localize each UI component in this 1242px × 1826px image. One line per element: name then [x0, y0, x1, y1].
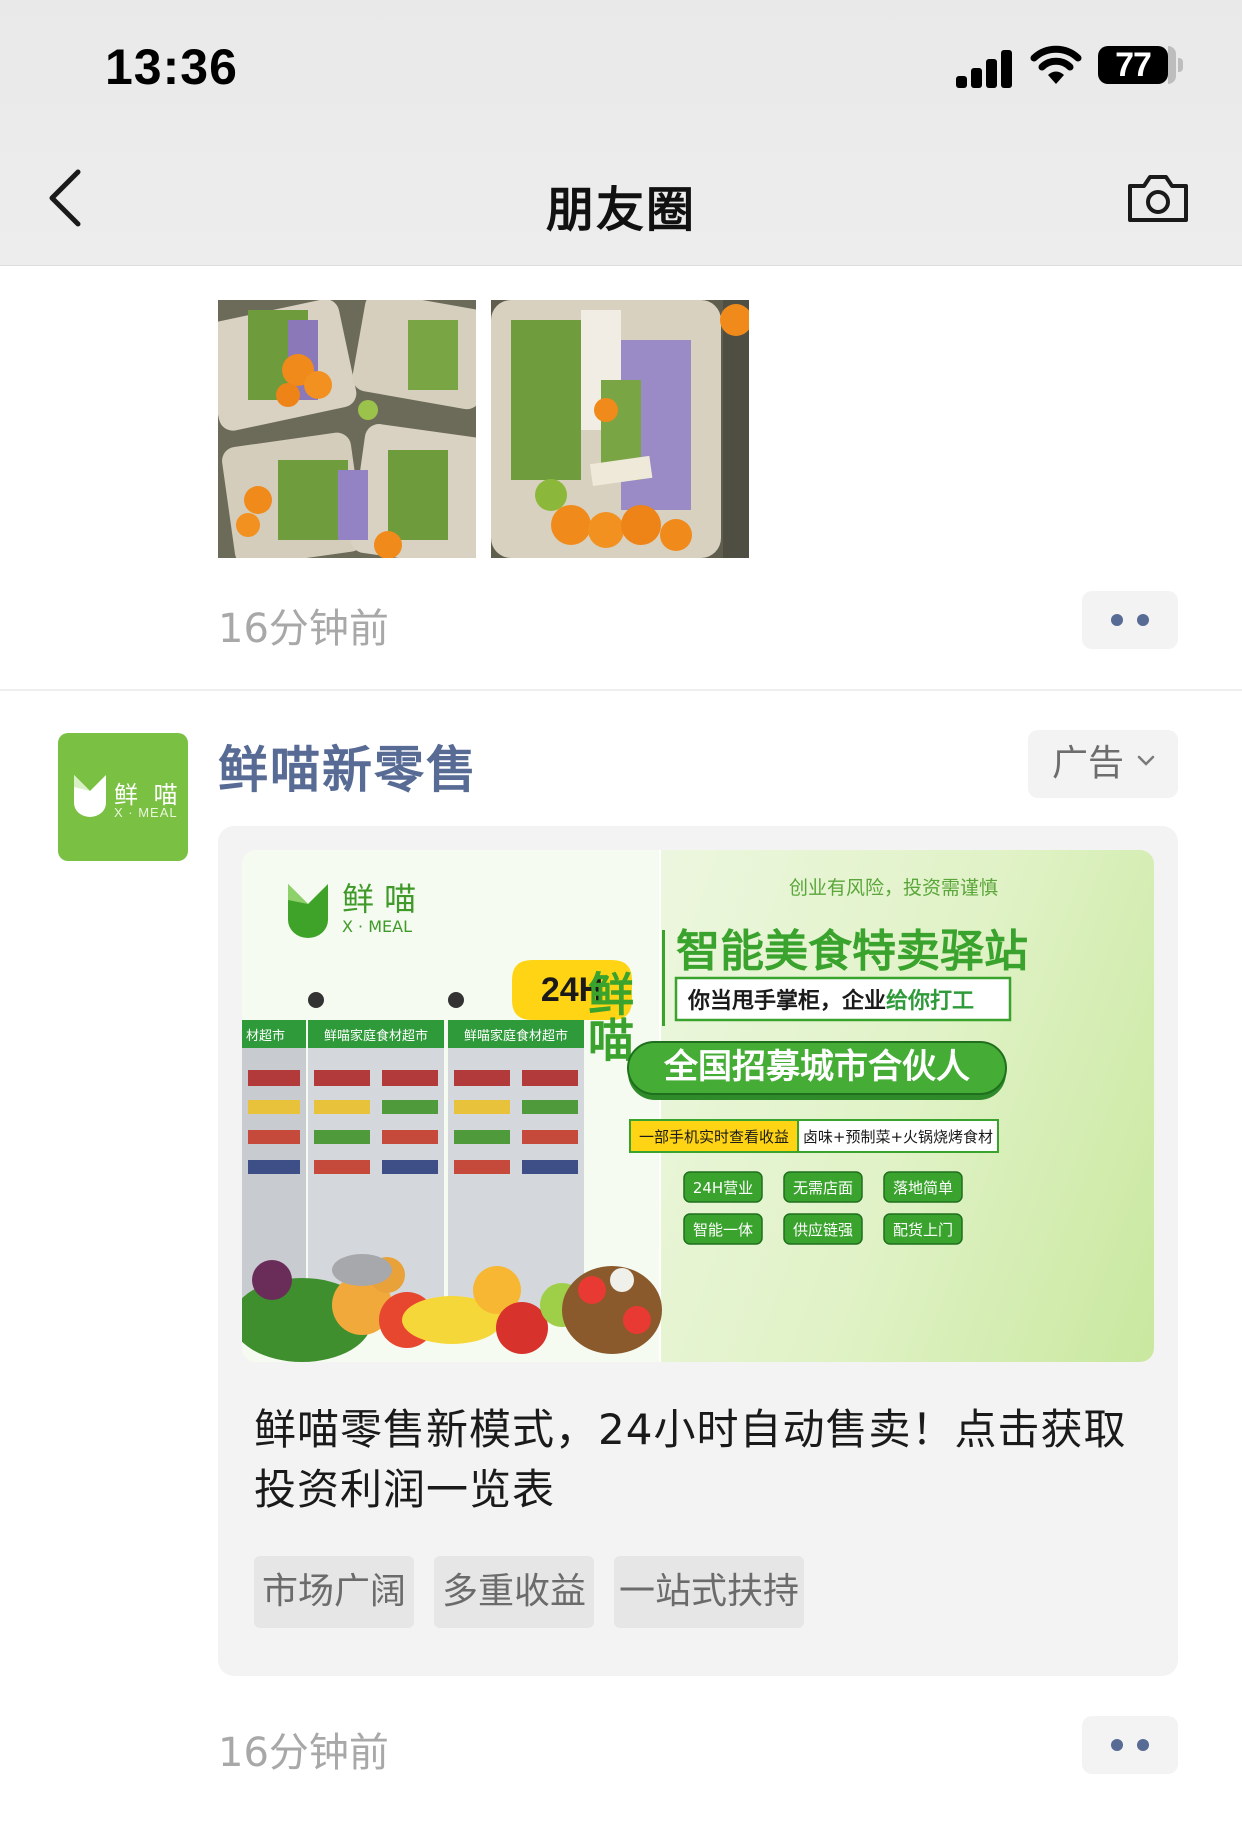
- banner-brand-cn: 鲜 喵: [342, 880, 416, 918]
- brand-logo-icon: [74, 775, 106, 817]
- battery-icon: 77: [1098, 46, 1168, 84]
- ad-banner-image[interactable]: 鲜 喵 X · MEAL 24H 材超市 鲜喵家庭食材超市 鲜喵家庭食材超市 创…: [242, 850, 1154, 1362]
- ad-card[interactable]: 鲜 喵 X · MEAL 24H 材超市 鲜喵家庭食材超市 鲜喵家庭食材超市 创…: [218, 826, 1178, 1676]
- feature-label: 供应链强: [793, 1221, 853, 1239]
- post-photo[interactable]: [218, 300, 476, 558]
- fridge-sign: 鲜喵家庭食材超市: [464, 1028, 568, 1044]
- post-divider: [0, 689, 1242, 691]
- more-actions-button[interactable]: [1082, 1716, 1178, 1774]
- avatar-brand-en: X · MEAL: [114, 805, 178, 820]
- top-bar: 13:36 77 朋友圈: [0, 0, 1242, 266]
- banner-headline: 智能美食特卖驿站: [676, 926, 1028, 977]
- page-title: 朋友圈: [545, 182, 696, 238]
- ad-chip[interactable]: 市场广阔: [254, 1556, 414, 1628]
- side-label: 鲜喵: [581, 970, 635, 1062]
- banner-brand-en: X · MEAL: [342, 917, 412, 936]
- banner-subline: 你当甩手掌柜，企业给你打工: [687, 988, 974, 1014]
- status-time: 13:36: [105, 39, 238, 95]
- avatar[interactable]: 鲜 喵 X · MEAL: [58, 733, 188, 861]
- feature-label: 智能一体: [693, 1221, 753, 1239]
- feature-label: 24H营业: [693, 1179, 753, 1197]
- ad-chip[interactable]: 多重收益: [434, 1556, 594, 1628]
- risk-note: 创业有风险，投资需谨慎: [789, 877, 998, 899]
- feature-label: 落地简单: [893, 1179, 953, 1197]
- fridge-sign: 材超市: [246, 1028, 285, 1044]
- banner-info-left: 一部手机实时查看收益: [639, 1128, 789, 1146]
- feature-label: 配货上门: [893, 1221, 953, 1239]
- ad-banner-graphic: 鲜 喵 X · MEAL 24H 材超市 鲜喵家庭食材超市 鲜喵家庭食材超市 创…: [242, 850, 1028, 1362]
- cellular-signal-icon: [956, 48, 1016, 88]
- battery-nub: [1178, 58, 1183, 72]
- camera-icon[interactable]: [1126, 172, 1190, 224]
- ad-description[interactable]: 鲜喵零售新模式，24小时自动售卖！点击获取投资利润一览表: [254, 1400, 1154, 1520]
- banner-cta: 全国招募城市合伙人: [663, 1047, 970, 1087]
- vending-fridges: 材超市 鲜喵家庭食材超市 鲜喵家庭食材超市: [242, 992, 584, 1316]
- feature-label: 无需店面: [793, 1179, 853, 1197]
- chevron-down-icon: [1137, 755, 1155, 766]
- banner-features: 24H营业 无需店面 落地简单 智能一体 供应链强 配货上门: [683, 1171, 963, 1245]
- more-actions-button[interactable]: [1082, 591, 1178, 649]
- fridge-sign: 鲜喵家庭食材超市: [324, 1028, 428, 1044]
- post-timestamp: 16分钟前: [218, 1730, 389, 1776]
- banner-info-right: 卤味+预制菜+火锅烧烤食材: [803, 1128, 993, 1146]
- ad-tag-button[interactable]: 广告: [1028, 730, 1178, 798]
- battery-track: [1168, 46, 1176, 84]
- post-photo[interactable]: [491, 300, 749, 558]
- wifi-icon: [1030, 45, 1082, 84]
- post-author[interactable]: 鲜喵新零售: [218, 730, 478, 802]
- ad-chip[interactable]: 一站式扶持: [614, 1556, 804, 1628]
- ad-tag-label: 广告: [1052, 743, 1125, 784]
- post-timestamp: 16分钟前: [218, 606, 389, 652]
